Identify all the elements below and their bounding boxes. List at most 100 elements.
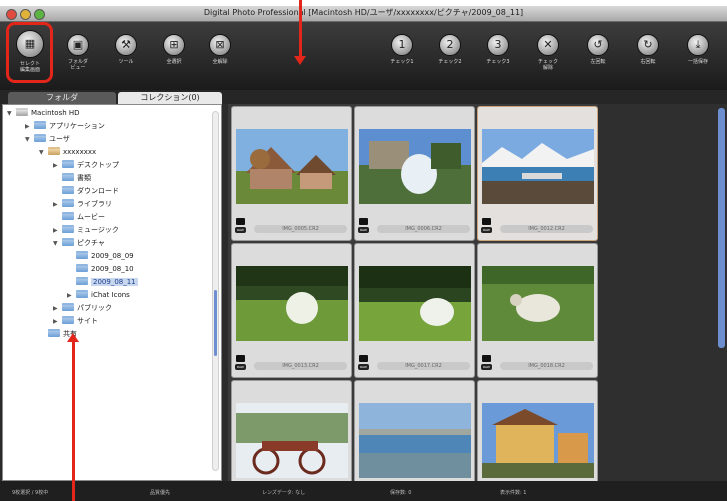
folder-icon xyxy=(62,199,74,207)
photo-filename: IMG_0006.CR2 xyxy=(377,225,470,233)
camera-icon xyxy=(359,355,368,362)
tab-collection[interactable]: コレクション(0) xyxy=(118,92,222,104)
thumbnail-cell[interactable] xyxy=(354,380,475,481)
photo-filename: IMG_0012.CR2 xyxy=(500,225,593,233)
photo-thumbnail xyxy=(236,403,348,478)
tree-item-users[interactable]: ▼ ユーザ xyxy=(25,134,70,145)
camera-icon xyxy=(359,218,368,225)
photo-filename: IMG_0017.CR2 xyxy=(377,362,470,370)
tree-item-2009-08-10[interactable]: 2009_08_10 xyxy=(67,264,134,275)
disclosure-open-icon[interactable]: ▼ xyxy=(7,108,16,119)
tree-item-macintosh-hd[interactable]: ▼ Macintosh HD xyxy=(7,108,80,119)
disclosure-closed-icon[interactable]: ▶ xyxy=(67,290,76,301)
callout-arrowhead-top-icon xyxy=(294,56,306,65)
tree-item-desktop[interactable]: ▶ デスクトップ xyxy=(53,160,119,171)
tree-item-ichat-icons[interactable]: ▶ iChat Icons xyxy=(67,290,130,301)
thumbnail-cell[interactable]: RAW IMG_0018.CR2 xyxy=(477,243,598,378)
select-all-label: 全選択 xyxy=(166,59,182,65)
photo-thumbnail xyxy=(236,129,348,204)
tree-item-applications[interactable]: ▶ アプリケーション xyxy=(25,121,105,132)
check-clear-label: チェック 解除 xyxy=(537,59,558,71)
title-bar[interactable]: Digital Photo Professional [Macintosh HD… xyxy=(0,6,727,22)
check1-icon: 1 xyxy=(391,34,413,56)
thumbnail-cell[interactable] xyxy=(231,380,352,481)
hard-drive-icon xyxy=(16,108,28,116)
tab-folder[interactable]: フォルダ xyxy=(8,92,116,104)
thumbnail-cell[interactable]: RAW IMG_0005.CR2 xyxy=(231,106,352,241)
disclosure-open-icon[interactable]: ▼ xyxy=(53,238,62,249)
tool-label: ツール xyxy=(118,59,134,65)
photo-filename: IMG_0005.CR2 xyxy=(254,225,347,233)
disclosure-open-icon[interactable]: ▼ xyxy=(25,134,34,145)
folder-icon xyxy=(62,186,74,194)
tool-icon: ⚒ xyxy=(115,34,137,56)
check2-label: チェック2 xyxy=(438,59,462,65)
check3-button[interactable]: 3 チェック3 xyxy=(476,22,520,90)
camera-icon xyxy=(236,218,245,225)
raw-badge-icon: RAW xyxy=(235,227,246,233)
folder-view-button[interactable]: ▣ フォルダ ビュー xyxy=(56,22,100,90)
disclosure-closed-icon[interactable]: ▶ xyxy=(53,160,62,171)
disclosure-closed-icon[interactable]: ▶ xyxy=(53,225,62,236)
tree-item-2009-08-09[interactable]: 2009_08_09 xyxy=(67,251,134,262)
tree-item-downloads[interactable]: ダウンロード xyxy=(53,186,119,197)
disclosure-open-icon[interactable]: ▼ xyxy=(39,147,48,158)
window-title: Digital Photo Professional [Macintosh HD… xyxy=(203,8,524,17)
thumbnail-cell[interactable]: RAW IMG_0006.CR2 xyxy=(354,106,475,241)
check2-icon: 2 xyxy=(439,34,461,56)
select-all-button[interactable]: ⊞ 全選択 xyxy=(152,22,196,90)
tree-item-documents[interactable]: 書類 xyxy=(53,173,91,184)
rotate-left-button[interactable]: ↺ 左回転 xyxy=(576,22,620,90)
callout-arrowhead-bottom-icon xyxy=(67,333,79,342)
folder-icon xyxy=(48,329,60,337)
check3-icon: 3 xyxy=(487,34,509,56)
batch-save-button[interactable]: ⤓ 一括保存 xyxy=(676,22,720,90)
tree-item-sites[interactable]: ▶ サイト xyxy=(53,316,98,327)
tree-item-public[interactable]: ▶ パブリック xyxy=(53,303,112,314)
tool-button[interactable]: ⚒ ツール xyxy=(104,22,148,90)
photo-filename: IMG_0018.CR2 xyxy=(500,362,593,370)
camera-icon xyxy=(482,218,491,225)
home-folder-icon xyxy=(48,147,60,155)
camera-icon xyxy=(482,355,491,362)
tree-item-movies[interactable]: ムービー xyxy=(53,212,105,223)
folder-view-label: フォルダ ビュー xyxy=(67,59,88,71)
select-all-icon: ⊞ xyxy=(163,34,185,56)
select-edit-highlight xyxy=(6,22,53,83)
photo-thumbnail xyxy=(359,403,471,478)
thumbnail-cell[interactable] xyxy=(477,380,598,481)
disclosure-closed-icon[interactable]: ▶ xyxy=(53,199,62,210)
tree-item-music[interactable]: ▶ ミュージック xyxy=(53,225,119,236)
disclosure-closed-icon[interactable]: ▶ xyxy=(53,303,62,314)
folder-icon xyxy=(62,173,74,181)
tree-item-2009-08-11[interactable]: 2009_08_11 xyxy=(67,277,138,288)
check-clear-icon: ✕ xyxy=(537,34,559,56)
tree-item-pictures[interactable]: ▼ ピクチャ xyxy=(53,238,105,249)
photo-thumbnail xyxy=(482,129,594,204)
tree-scrollbar-thumb[interactable] xyxy=(214,290,217,356)
thumbnail-cell-selected[interactable]: RAW IMG_0012.CR2 xyxy=(477,106,598,241)
rotate-left-icon: ↺ xyxy=(587,34,609,56)
tree-scrollbar[interactable] xyxy=(212,111,219,471)
raw-badge-icon: RAW xyxy=(358,364,369,370)
thumbnail-grid: RAW IMG_0005.CR2 RAW IMG_0006.CR2 RAW IM… xyxy=(228,104,598,481)
deselect-all-label: 全解除 xyxy=(212,59,228,65)
thumbnail-cell[interactable]: RAW IMG_0013.CR2 xyxy=(231,243,352,378)
raw-badge-icon: RAW xyxy=(481,364,492,370)
tree-item-home[interactable]: ▼ xxxxxxxx xyxy=(39,147,96,158)
check-clear-button[interactable]: ✕ チェック 解除 xyxy=(526,22,570,90)
rotate-right-label: 右回転 xyxy=(640,59,656,65)
folder-icon xyxy=(76,264,88,272)
sidebar-tabs: フォルダ コレクション(0) xyxy=(0,90,727,104)
check2-button[interactable]: 2 チェック2 xyxy=(428,22,472,90)
disclosure-closed-icon[interactable]: ▶ xyxy=(53,316,62,327)
rotate-right-button[interactable]: ↻ 右回転 xyxy=(626,22,670,90)
thumbnail-cell[interactable]: RAW IMG_0017.CR2 xyxy=(354,243,475,378)
disclosure-closed-icon[interactable]: ▶ xyxy=(25,121,34,132)
tree-item-library[interactable]: ▶ ライブラリ xyxy=(53,199,112,210)
deselect-all-button[interactable]: ⊠ 全解除 xyxy=(198,22,242,90)
grid-scrollbar[interactable] xyxy=(718,108,725,348)
check1-button[interactable]: 1 チェック1 xyxy=(380,22,424,90)
folder-icon xyxy=(62,212,74,220)
folder-view-icon: ▣ xyxy=(67,34,89,56)
